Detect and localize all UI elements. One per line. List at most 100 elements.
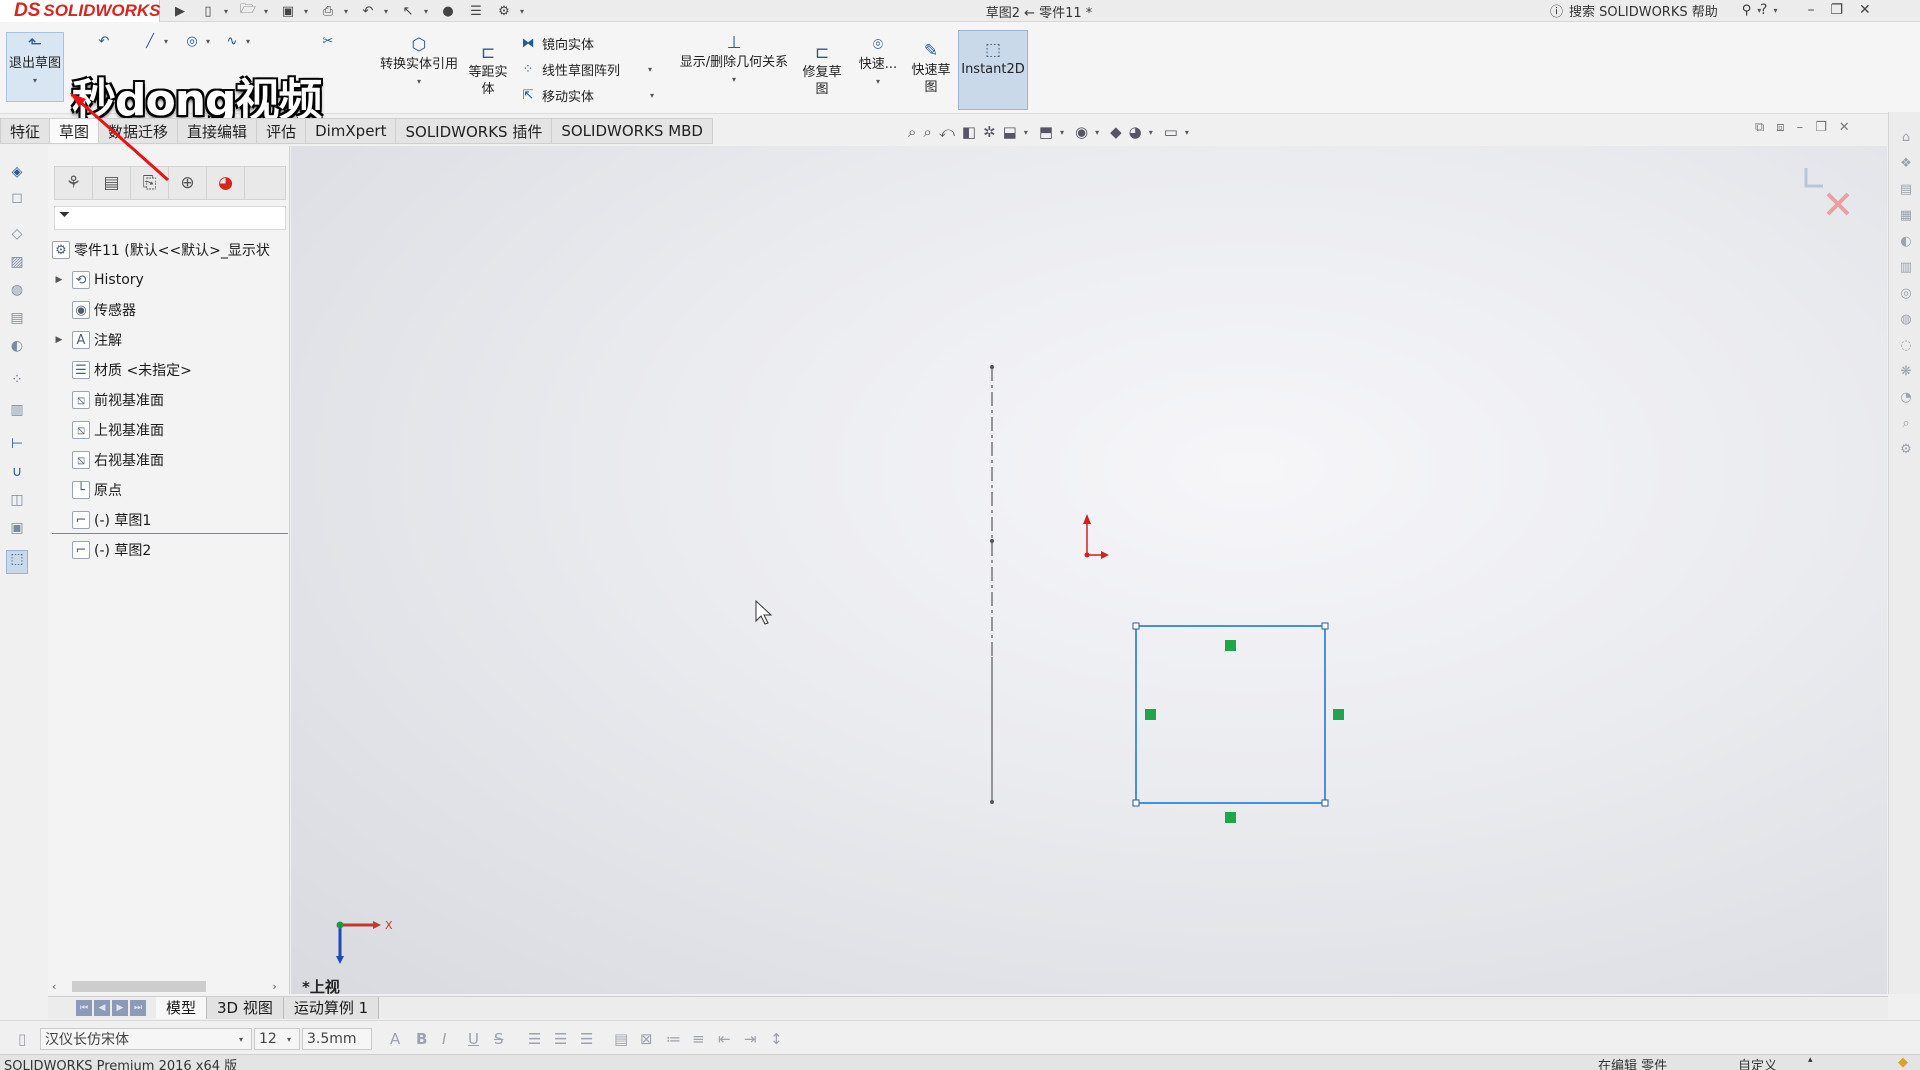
- expand-arrow-icon[interactable]: ▶: [52, 335, 66, 345]
- expand-arrow-icon[interactable]: ▶: [52, 275, 66, 285]
- scroll-left-icon[interactable]: ‹: [52, 980, 56, 993]
- line-endpoint[interactable]: [990, 365, 994, 369]
- viewport-close-icon[interactable]: ✕: [1839, 120, 1850, 135]
- notification-icon[interactable]: ◆: [1898, 1055, 1908, 1070]
- chevron-down-icon[interactable]: ▾: [1095, 128, 1103, 137]
- line-spacing-icon[interactable]: ↕: [770, 1030, 783, 1048]
- tab-motion-study[interactable]: 运动算例 1: [283, 996, 380, 1019]
- previous-view-icon[interactable]: ⤺: [939, 123, 955, 141]
- tree-item-sketch1[interactable]: ⌐ (-) 草图1: [52, 508, 151, 532]
- display-delete-relations-button[interactable]: ⊥ 显示/删除几何关系 ▾: [672, 32, 796, 88]
- tree-item-origin[interactable]: └ 原点: [52, 478, 122, 502]
- help-button[interactable]: ?: [1760, 2, 1767, 18]
- section-view-icon[interactable]: ◧: [962, 123, 976, 141]
- dynamic-annotation-icon[interactable]: ✲: [983, 123, 996, 141]
- display-manager-tab-icon[interactable]: ◕: [207, 167, 245, 199]
- spline-tool-icon[interactable]: ∿ ▾: [224, 34, 254, 49]
- tab-evaluate[interactable]: 评估: [257, 118, 307, 144]
- rib-icon[interactable]: ▥: [6, 402, 28, 422]
- indent-icon[interactable]: ⇥: [744, 1030, 757, 1048]
- solidworks-resources-icon[interactable]: ⌂: [1897, 130, 1915, 148]
- rectangle-corner-point[interactable]: [1321, 799, 1329, 807]
- tutorial-icon[interactable]: ◔: [1897, 390, 1915, 408]
- horizontal-relation-icon[interactable]: [1225, 812, 1236, 823]
- offset-entities-button[interactable]: ⊏ 等距实 体: [468, 42, 508, 98]
- minimize-button[interactable]: –: [1807, 2, 1814, 18]
- rectangle-corner-point[interactable]: [1132, 799, 1140, 807]
- view-palette-icon[interactable]: ▦: [1897, 208, 1915, 226]
- loft-icon[interactable]: ◐: [6, 338, 28, 358]
- format-painter-icon[interactable]: ▯: [18, 1030, 26, 1048]
- scrollbar-thumb[interactable]: [72, 981, 206, 992]
- font-style-icon[interactable]: A: [390, 1030, 400, 1048]
- bullet-list-icon[interactable]: ≔: [666, 1030, 681, 1048]
- tab-dimxpert[interactable]: DimXpert: [306, 118, 397, 144]
- symbol-icon[interactable]: ⊠: [640, 1030, 653, 1048]
- community-icon[interactable]: ◌: [1897, 338, 1915, 356]
- rectangle-corner-point[interactable]: [1132, 622, 1140, 630]
- design-library-icon[interactable]: ❖: [1897, 156, 1915, 174]
- fillet-icon[interactable]: ◫: [6, 492, 28, 512]
- scroll-right-icon[interactable]: ›: [272, 980, 276, 993]
- sketch-canvas[interactable]: X: [291, 146, 1887, 994]
- chevron-down-icon[interactable]: ▾: [1024, 128, 1032, 137]
- pattern-icon[interactable]: ⁘: [6, 372, 28, 392]
- tree-item-top-plane[interactable]: ⧅ 上视基准面: [52, 418, 164, 442]
- line-midpoint[interactable]: [990, 539, 994, 543]
- first-tab-icon[interactable]: ⏮: [76, 999, 92, 1016]
- tab-solidworks-addins[interactable]: SOLIDWORKS 插件: [396, 118, 553, 144]
- align-left-icon[interactable]: ☰: [528, 1030, 541, 1048]
- extrude-icon[interactable]: ▨: [6, 254, 28, 274]
- appearances-icon[interactable]: ◐: [1897, 234, 1915, 252]
- numbered-list-icon[interactable]: ≡: [692, 1030, 705, 1048]
- text-height-field[interactable]: 3.5mm: [302, 1028, 372, 1050]
- tree-filter[interactable]: ⏷: [54, 206, 286, 230]
- font-size-select[interactable]: 12 ▾: [254, 1028, 300, 1050]
- toolbox-icon[interactable]: ◍: [1897, 312, 1915, 330]
- chevron-down-icon[interactable]: ▾: [1149, 128, 1157, 137]
- edit-appearance-icon[interactable]: ◆: [1110, 123, 1122, 141]
- trim-entities-icon[interactable]: ✂: [320, 34, 336, 49]
- chevron-down-icon[interactable]: ▾: [1185, 128, 1193, 137]
- plugin-icon[interactable]: ⚙: [1897, 442, 1915, 460]
- vertical-relation-icon[interactable]: [1145, 709, 1156, 720]
- tree-item-material[interactable]: ☰ 材质 <未指定>: [52, 358, 192, 382]
- quick-snaps-button[interactable]: ⌾ 快速... ▾: [854, 34, 902, 90]
- chevron-down-icon[interactable]: ▾: [1773, 6, 1781, 15]
- sketch-mode-icon[interactable]: ⬚: [6, 550, 28, 574]
- tab-model[interactable]: 模型: [156, 996, 208, 1019]
- underline-icon[interactable]: U: [468, 1030, 479, 1048]
- tree-root-part[interactable]: ⚙ 零件11 (默认<<默认>_显示状: [50, 238, 270, 262]
- linear-pattern-button[interactable]: ⁘ 线性草图阵列 ▾: [520, 60, 656, 79]
- viewport-minimize-icon[interactable]: –: [1797, 120, 1804, 135]
- horizontal-relation-icon[interactable]: [1225, 640, 1236, 651]
- tab-solidworks-mbd[interactable]: SOLIDWORKS MBD: [552, 118, 713, 144]
- font-select[interactable]: 汉仪长仿宋体 ▾: [40, 1028, 252, 1050]
- close-button[interactable]: ✕: [1859, 2, 1871, 18]
- next-tab-icon[interactable]: ▶: [112, 999, 128, 1016]
- file-explorer-icon[interactable]: ▤: [1897, 182, 1915, 200]
- line-endpoint[interactable]: [990, 800, 994, 804]
- strikethrough-icon[interactable]: S: [494, 1030, 504, 1048]
- sketch-rectangle[interactable]: [1135, 625, 1326, 804]
- instant2d-button[interactable]: ⬚ Instant2D: [958, 30, 1028, 110]
- viewport-restore-icon[interactable]: ❐: [1815, 120, 1827, 135]
- repair-sketch-button[interactable]: ⊏ 修复草 图: [800, 42, 844, 98]
- exit-sketch-corner-icon[interactable]: [1804, 168, 1823, 188]
- align-center-icon[interactable]: ☰: [554, 1030, 567, 1048]
- stack-icon[interactable]: ▤: [614, 1030, 628, 1048]
- last-tab-icon[interactable]: ⏭: [130, 999, 146, 1016]
- custom-properties-icon[interactable]: ▥: [1897, 260, 1915, 278]
- shell-icon[interactable]: ▣: [6, 520, 28, 540]
- tree-item-history[interactable]: ▶ ⟲ History: [52, 268, 144, 292]
- tree-item-sensors[interactable]: ◉ 传感器: [52, 298, 136, 322]
- rapid-sketch-button[interactable]: ✎ 快速草 图: [908, 40, 954, 96]
- sweep-icon[interactable]: ▤: [6, 310, 28, 330]
- align-right-icon[interactable]: ☰: [580, 1030, 593, 1048]
- tree-item-annotations[interactable]: ▶ A 注解: [52, 328, 122, 352]
- view-orientation-icon[interactable]: ⬓: [1003, 123, 1017, 141]
- dimension-icon[interactable]: ⊢: [6, 436, 28, 456]
- tree-rollback-bar[interactable]: [52, 533, 288, 534]
- zoom-to-fit-icon[interactable]: ⌕: [908, 123, 916, 141]
- units-status[interactable]: 自定义: [1738, 1055, 1777, 1070]
